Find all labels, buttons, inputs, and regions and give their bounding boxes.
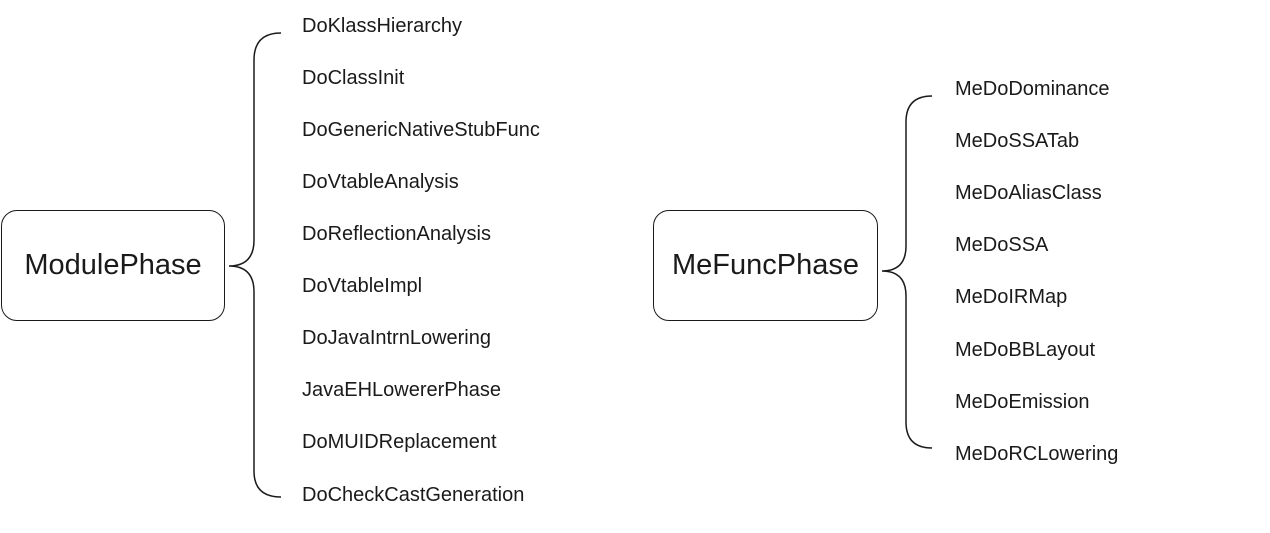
phase-item-me-do-ir-map: MeDoIRMap bbox=[955, 286, 1068, 308]
phase-item-me-do-ssa: MeDoSSA bbox=[955, 234, 1049, 256]
phase-item-me-do-emission: MeDoEmission bbox=[955, 391, 1090, 413]
phase-item-me-do-bb-layout: MeDoBBLayout bbox=[955, 339, 1096, 361]
phase-item-me-do-alias-class: MeDoAliasClass bbox=[955, 182, 1102, 204]
phase-item-me-do-ssa-tab: MeDoSSATab bbox=[955, 130, 1080, 152]
phase-item-me-do-dominance: MeDoDominance bbox=[955, 78, 1110, 100]
phase-item-me-do-rc-lowering: MeDoRCLowering bbox=[955, 443, 1119, 465]
